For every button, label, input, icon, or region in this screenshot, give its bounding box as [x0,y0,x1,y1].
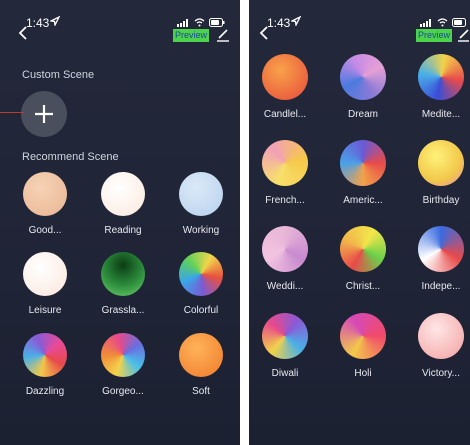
scene-label: Gorgeo... [102,386,144,397]
scene-color-circle [23,252,67,296]
add-custom-scene-button[interactable] [21,91,67,137]
scene-label: Americ... [343,195,383,206]
scene-label: Weddi... [266,281,304,292]
scene-label: Diwali [271,368,299,379]
scene-label: Grassla... [101,305,145,316]
scene-label: Holi [354,368,372,379]
scene-label: Leisure [28,305,62,316]
scene-tile[interactable]: Diwali [254,313,316,379]
scene-color-circle [101,252,145,296]
custom-scene-heading: Custom Scene [22,69,95,81]
edit-pencil-icon[interactable] [216,28,230,42]
wifi-icon [437,18,448,27]
edit-pencil-icon[interactable] [457,28,470,42]
scene-tile[interactable]: Americ... [332,140,394,206]
scene-label: Victory... [422,368,460,379]
signal-icon [420,19,431,27]
scene-tile[interactable]: Leisure [14,252,76,316]
scene-color-circle [262,313,308,359]
scene-label: Candlel... [263,109,307,120]
scene-color-circle [179,333,223,377]
scene-screen-left: 1:43 Preview Custom Scene Recommend Scen… [0,0,240,445]
callout-line [0,112,24,113]
scene-screen-right: 1:43 Preview Candlel... Dream Medite... Fre… [249,0,470,445]
wifi-icon [194,18,205,27]
scene-color-circle [340,54,386,100]
scene-label: French... [265,195,305,206]
location-arrow-icon [291,16,301,26]
scene-tile[interactable]: Colorful [170,252,232,316]
plus-icon [35,105,53,123]
location-arrow-icon [50,16,60,26]
scene-tile[interactable]: Medite... [410,54,470,120]
scene-color-circle [179,172,223,216]
recommend-scene-heading: Recommend Scene [22,151,119,163]
scene-tile[interactable]: Weddi... [254,226,316,292]
scene-tile[interactable]: Gorgeo... [92,333,154,397]
battery-icon [452,18,466,27]
scene-color-circle [418,313,464,359]
scene-tile[interactable]: Good... [14,172,76,236]
scene-color-circle [101,172,145,216]
scene-tile[interactable]: Dazzling [14,333,76,397]
scene-color-circle [418,54,464,100]
scene-tile[interactable]: Birthday [410,140,470,206]
back-chevron-icon[interactable] [259,26,269,40]
scene-tile[interactable]: Candlel... [254,54,316,120]
scene-label: Colorful [183,305,219,316]
scene-label: Dazzling [25,386,65,397]
scene-color-circle [262,54,308,100]
scene-tile[interactable]: French... [254,140,316,206]
scene-tile[interactable]: Working [170,172,232,236]
preview-button[interactable]: Preview [173,29,209,42]
signal-icon [177,19,188,27]
scene-color-circle [340,140,386,186]
status-time: 1:43 [267,16,291,30]
scene-tile[interactable]: Grassla... [92,252,154,316]
scene-label: Birthday [422,195,460,206]
scene-tile[interactable]: Victory... [410,313,470,379]
scene-tile[interactable]: Dream [332,54,394,120]
scene-label: Soft [192,386,210,397]
scene-color-circle [23,172,67,216]
scene-tile[interactable]: Soft [170,333,232,397]
scene-tile[interactable]: Indepe... [410,226,470,292]
scene-label: Medite... [421,109,461,120]
scene-tile[interactable]: Holi [332,313,394,379]
scene-color-circle [340,313,386,359]
scene-tile[interactable]: Christ... [332,226,394,292]
scene-color-circle [418,140,464,186]
scene-color-circle [101,333,145,377]
status-time: 1:43 [26,16,50,30]
scene-color-circle [340,226,386,272]
scene-color-circle [262,140,308,186]
scene-color-circle [179,252,223,296]
preview-button[interactable]: Preview [416,29,452,42]
scene-label: Reading [104,225,142,236]
scene-label: Dream [347,109,378,120]
scene-color-circle [23,333,67,377]
scene-label: Working [182,225,220,236]
battery-icon [209,18,225,27]
scene-label: Good... [28,225,62,236]
scene-color-circle [418,226,464,272]
scene-tile[interactable]: Reading [92,172,154,236]
scene-color-circle [262,226,308,272]
scene-label: Indepe... [421,281,461,292]
scene-label: Christ... [345,281,381,292]
back-chevron-icon[interactable] [18,26,28,40]
